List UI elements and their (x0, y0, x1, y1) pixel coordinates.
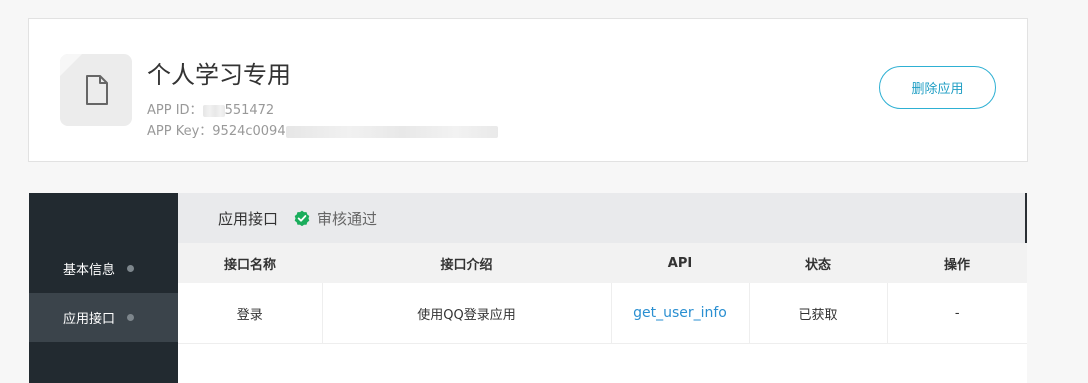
app-id-value: 551472 (224, 103, 275, 118)
api-status-cell: 已获取 (749, 283, 888, 344)
sidebar-item-basic-info[interactable]: 基本信息 (29, 244, 178, 293)
main-content: 应用接口 审核通过 接口名称 接口介绍 API 状态 操作 登录 使用QQ登录应… (178, 193, 1027, 383)
api-link[interactable]: get_user_info (633, 305, 727, 321)
sidebar-item-label: 应用接口 (63, 312, 116, 327)
column-header: API (611, 243, 749, 283)
app-key-label: APP Key： (147, 124, 213, 139)
column-header: 接口介绍 (322, 243, 611, 283)
dot-icon (127, 314, 135, 321)
app-name: 个人学习专用 (147, 61, 291, 89)
app-id-label: APP ID： (147, 103, 203, 118)
sidebar-item-label: 基本信息 (63, 263, 116, 278)
redacted-mask (202, 104, 225, 117)
column-header: 状态 (749, 243, 887, 283)
file-icon (86, 75, 108, 105)
column-header: 接口名称 (178, 243, 322, 283)
app-id-line: APP ID： 551472 (147, 99, 274, 118)
app-key-line: APP Key：9524c0094 (147, 120, 498, 139)
delete-app-button[interactable]: 删除应用 (879, 66, 996, 109)
app-key-value: 9524c0094 (212, 124, 286, 139)
table-header-row: 接口名称 接口介绍 API 状态 操作 (178, 243, 1027, 283)
api-cell: get_user_info (611, 283, 750, 344)
check-badge-icon (294, 210, 310, 226)
column-header: 操作 (887, 243, 1027, 283)
table-row: 登录 使用QQ登录应用 get_user_info 已获取 - (178, 283, 1027, 344)
app-info-card: 个人学习专用 APP ID： 551472 APP Key：9524c0094 删… (28, 18, 1028, 162)
section-header: 应用接口 审核通过 (178, 193, 1027, 243)
api-desc-cell: 使用QQ登录应用 (322, 283, 612, 344)
sidebar-item-app-api[interactable]: 应用接口 (29, 293, 178, 342)
section-title: 应用接口 (218, 209, 279, 228)
status-text: 审核通过 (317, 209, 378, 228)
api-name-cell: 登录 (178, 283, 323, 344)
redacted-mask (285, 125, 498, 138)
api-action-cell: - (887, 283, 1027, 344)
dot-icon (127, 265, 135, 272)
sidebar: 基本信息 应用接口 (29, 193, 178, 383)
api-panel: 基本信息 应用接口 应用接口 审核通过 接口名称 接口介绍 API 状态 操作 … (29, 193, 1027, 383)
app-icon (60, 54, 132, 126)
api-table: 接口名称 接口介绍 API 状态 操作 登录 使用QQ登录应用 get_user… (178, 243, 1027, 344)
